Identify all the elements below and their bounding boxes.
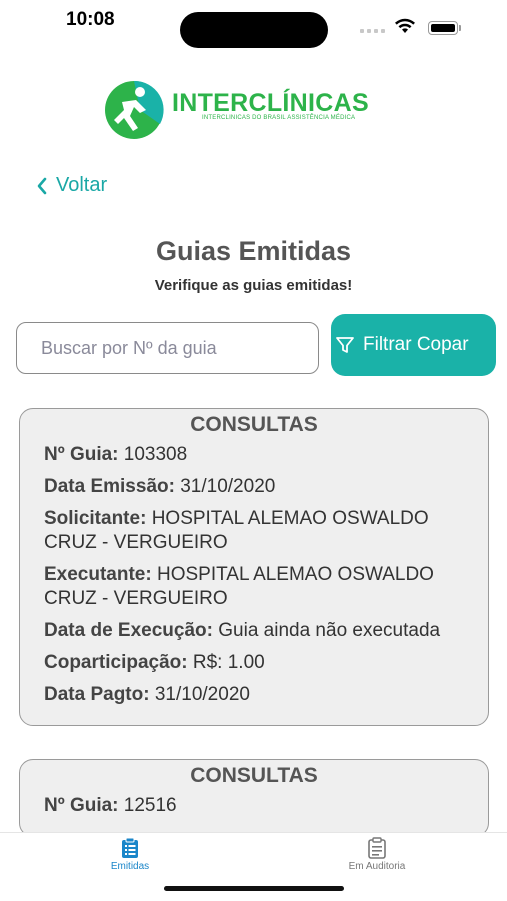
cellular-signal-icon: [360, 29, 385, 33]
back-button[interactable]: Voltar: [36, 174, 107, 197]
tab-em-auditoria-label: Em Auditoria: [348, 861, 406, 872]
copayment-row: Coparticipação: R$: 1.00: [44, 652, 265, 673]
brand-name: INTERCLÍNICAS: [172, 89, 369, 117]
requester-row: Solicitante: HOSPITAL ALEMAO OSWALDO CRU…: [44, 508, 429, 553]
guia-number-row: Nº Guia: 12516: [44, 795, 177, 816]
filter-button-label: Filtrar Copar: [363, 334, 469, 355]
guia-card[interactable]: CONSULTAS Nº Guia: 12516: [19, 759, 489, 832]
guias-list[interactable]: CONSULTAS Nº Guia: 103308 Data Emissão: …: [0, 395, 507, 832]
filter-icon: [336, 337, 354, 353]
payment-date-row: Data Pagto: 31/10/2020: [44, 684, 250, 705]
page-subtitle: Verifique as guias emitidas!: [154, 277, 353, 294]
brand-tagline: INTERCLINICAS DO BRASIL ASSISTÊNCIA MÉDI…: [202, 115, 356, 121]
interclinicas-logo-icon: [105, 80, 164, 139]
search-input[interactable]: [16, 322, 319, 374]
page-title: Guias Emitidas: [155, 236, 352, 266]
chevron-left-icon: [37, 177, 47, 194]
wifi-icon: [395, 18, 415, 33]
guia-number-row: Nº Guia: 103308: [44, 444, 188, 465]
battery-icon: [428, 21, 458, 35]
execution-date-row: Data de Execução: Guia ainda não executa…: [44, 620, 441, 641]
tab-em-auditoria[interactable]: Em Auditoria: [337, 837, 417, 872]
tab-emitidas-label: Emitidas: [110, 861, 150, 872]
status-time: 10:08: [66, 9, 115, 30]
back-label: Voltar: [56, 174, 108, 196]
clipboard-list-icon: [122, 837, 138, 858]
home-indicator: [164, 886, 344, 891]
tab-emitidas[interactable]: Emitidas: [105, 837, 155, 872]
executor-row: Executante: HOSPITAL ALEMAO OSWALDO CRUZ…: [44, 564, 434, 609]
guia-card[interactable]: CONSULTAS Nº Guia: 103308 Data Emissão: …: [19, 408, 489, 726]
dynamic-island: [180, 12, 328, 48]
guia-type-title: CONSULTAS: [190, 413, 318, 436]
guia-type-title: CONSULTAS: [190, 764, 318, 787]
emission-date-row: Data Emissão: 31/10/2020: [44, 476, 276, 497]
clipboard-icon: [368, 837, 386, 859]
filter-copar-button[interactable]: Filtrar Copar: [331, 314, 496, 376]
